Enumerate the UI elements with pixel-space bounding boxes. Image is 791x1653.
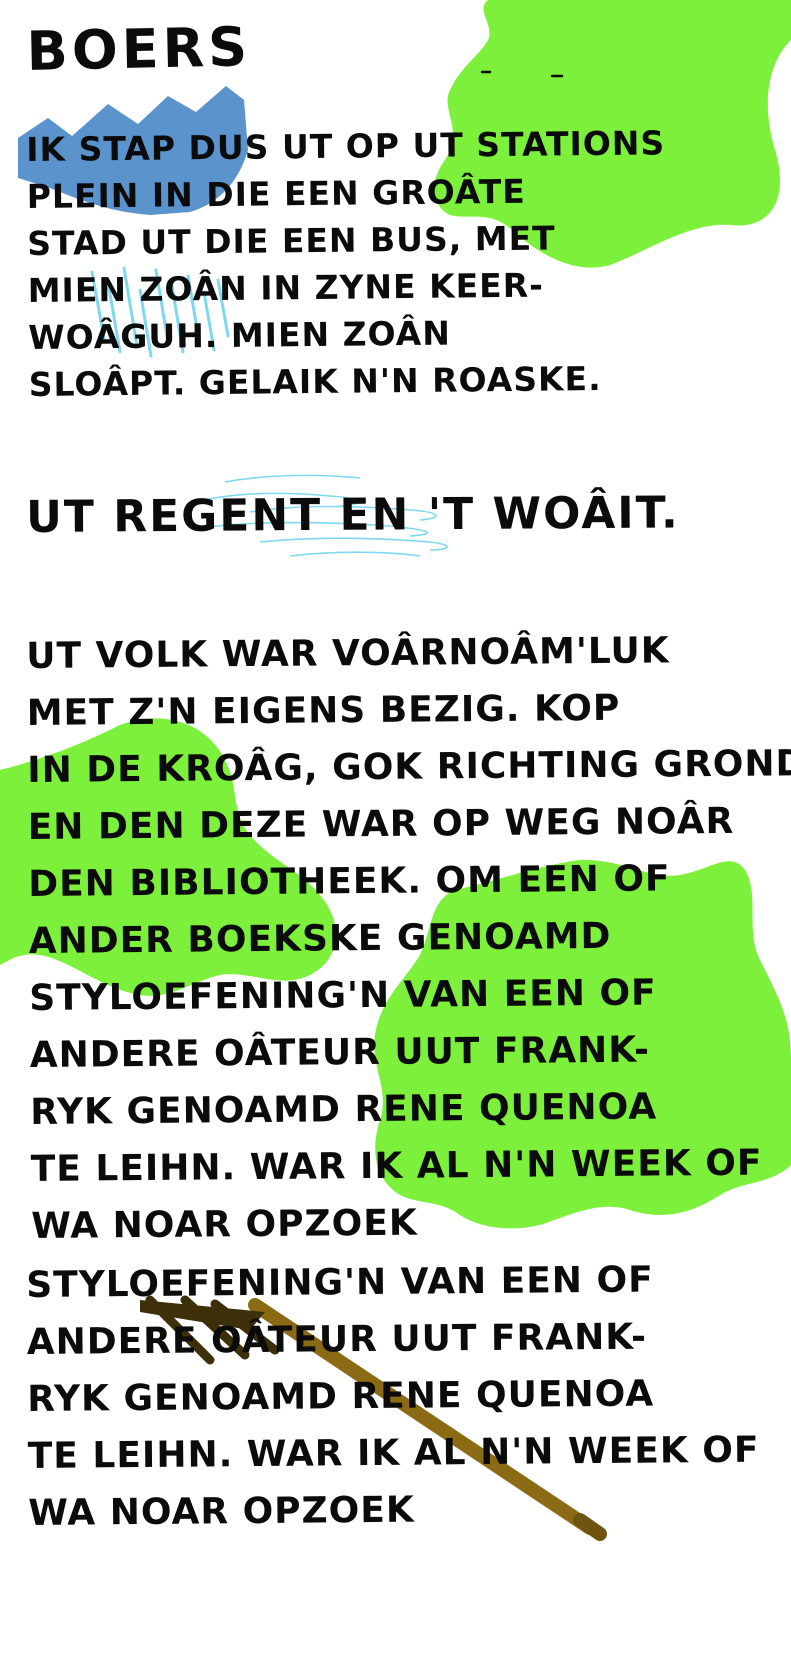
paragraph-weather: ut regent en 't woâit. (26, 483, 680, 548)
text-line: wa noar opzoek (31, 1202, 418, 1247)
text-line: woâguh. Mien zoân (28, 313, 452, 357)
text-line: te leihn. war ik al n'n week of (30, 1142, 763, 1190)
text-line: mien zoân in zyne keer- (27, 265, 545, 310)
text-line: ut regent en 't woâit. (26, 487, 680, 543)
page-title: BOERS (26, 15, 252, 83)
text-line: Ik stap dus ut op ut Stations (26, 123, 666, 169)
text-line: den bibliotheek. Om een of (28, 858, 671, 905)
text-line: te leihn. war ik al n'n week of (27, 1429, 760, 1477)
text-line: ryk genoamd rene quenoa (30, 1086, 658, 1133)
text-line: ut volk war voârnoâm'luk (26, 630, 670, 677)
text-line: plein in die een groâte (26, 171, 527, 216)
paragraph-repeat: styloefening'n van een of andere oâteur … (26, 1251, 760, 1542)
text-line: met z'n eigens bezig. kop (26, 687, 621, 734)
text-line: in de kroâg, gok richting grond. (27, 743, 791, 791)
text-line: andere oâteur uut frank- (26, 1316, 648, 1363)
text-line: ryk genoamd rene quenoa (27, 1373, 655, 1420)
text-line: ander boekske genoamd (28, 915, 612, 962)
text-line: sloâpt. Gelaik n'n roaske. (28, 358, 602, 404)
text-line: styloefening'n van een of (26, 1259, 654, 1306)
text-line: andere oâteur uut frank- (29, 1029, 651, 1076)
text-line: en den deze war op weg noâr (27, 800, 735, 848)
text-line: stad ut die een bus, met (27, 218, 556, 263)
text-line: styloefening'n van een of (29, 972, 657, 1019)
paragraph-arrival: Ik stap dus ut op ut Stations plein in d… (26, 119, 668, 408)
text-line: wa noar opzoek (28, 1489, 415, 1534)
paragraph-people: ut volk war voârnoâm'luk met z'n eigens … (26, 621, 791, 1255)
